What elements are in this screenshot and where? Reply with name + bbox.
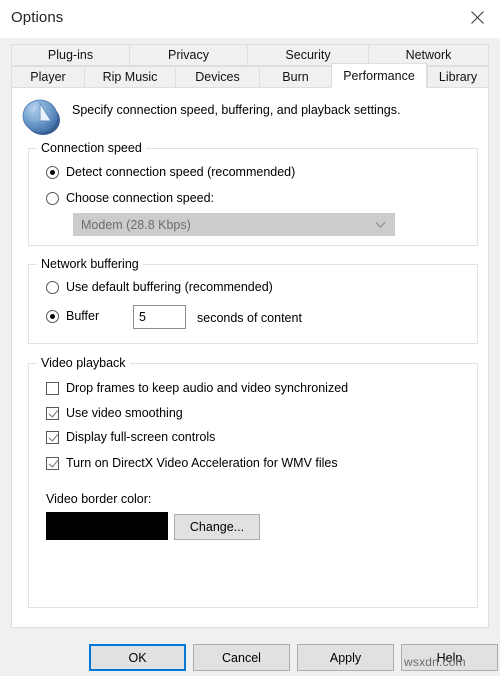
checkbox-label: Drop frames to keep audio and video sync… [66,381,349,395]
connection-speed-dropdown[interactable]: Modem (28.8 Kbps) [73,213,395,236]
checkbox-indicator [46,406,59,420]
radio-detect-connection-speed[interactable]: Detect connection speed (recommended) [46,165,295,179]
checkbox-indicator [46,381,59,395]
tab-burn[interactable]: Burn [259,66,331,88]
tab-row-bottom: Player Rip Music Devices Burn Performanc… [11,63,489,88]
tab-label: Rip Music [102,70,158,84]
ok-button[interactable]: OK [89,644,186,671]
buffer-seconds-value: 5 [139,310,146,324]
connection-speed-legend: Connection speed [37,141,146,155]
checkbox-label: Use video smoothing [66,406,183,420]
tab-label: Privacy [168,48,209,62]
buffer-seconds-suffix-label: seconds of content [197,311,302,325]
network-buffering-legend: Network buffering [37,257,143,271]
radio-buffer-seconds[interactable]: Buffer [46,309,99,323]
tab-label: Burn [282,70,309,84]
tab-player[interactable]: Player [11,66,84,88]
radio-indicator [46,280,59,294]
apply-button-label: Apply [329,650,362,665]
radio-label: Use default buffering (recommended) [66,280,273,294]
buffer-seconds-input[interactable]: 5 [133,305,186,329]
chevron-down-icon [375,221,386,228]
apply-button[interactable]: Apply [297,644,394,671]
help-button-label: Help [436,650,463,665]
radio-label: Choose connection speed: [66,191,215,205]
tab-devices[interactable]: Devices [175,66,259,88]
radio-label: Buffer [66,309,100,323]
tab-performance[interactable]: Performance [331,63,427,88]
tab-label: Plug-ins [47,48,94,62]
cancel-button[interactable]: Cancel [193,644,290,671]
panel-header: Specify connection speed, buffering, and… [15,91,485,143]
checkbox-label: Display full-screen controls [66,430,216,444]
tab-privacy[interactable]: Privacy [129,44,247,66]
checkbox-use-video-smoothing[interactable]: Use video smoothing [46,406,183,420]
checkbox-drop-frames[interactable]: Drop frames to keep audio and video sync… [46,381,348,395]
help-button[interactable]: Help [401,644,498,671]
video-playback-legend: Video playback [37,356,130,370]
checkbox-label: Turn on DirectX Video Acceleration for W… [66,456,338,470]
network-buffering-group: Network buffering Use default buffering … [28,257,478,344]
checkbox-indicator [46,456,59,470]
radio-indicator [46,191,59,205]
tab-library[interactable]: Library [427,66,489,88]
tab-label: Library [438,70,478,84]
tab-label: Devices [195,70,240,84]
tab-label: Network [405,48,452,62]
close-icon [471,10,484,24]
tab-rip-music[interactable]: Rip Music [84,66,175,88]
video-playback-group: Video playback Drop frames to keep audio… [28,356,478,608]
radio-use-default-buffering[interactable]: Use default buffering (recommended) [46,280,273,294]
change-color-button[interactable]: Change... [174,514,260,540]
close-button[interactable] [455,0,500,34]
video-border-color-label: Video border color: [46,492,152,506]
checkbox-indicator [46,430,59,444]
title-bar: Options [0,0,500,39]
cancel-button-label: Cancel [222,650,261,665]
checkbox-directx-video-acceleration[interactable]: Turn on DirectX Video Acceleration for W… [46,456,338,470]
radio-indicator [46,165,59,179]
tab-strip: Plug-ins Privacy Security Network Player… [11,44,489,88]
window-title: Options [11,9,64,26]
radio-choose-connection-speed[interactable]: Choose connection speed: [46,191,214,205]
tab-label: Player [30,70,66,84]
tab-label: Performance [343,68,415,83]
dialog-body: Plug-ins Privacy Security Network Player… [0,38,500,676]
panel-description: Specify connection speed, buffering, and… [72,103,401,117]
video-border-color-swatch[interactable] [46,512,168,540]
ok-button-label: OK [128,650,147,665]
change-color-button-label: Change... [189,520,245,534]
tab-panel-performance: Specify connection speed, buffering, and… [11,88,489,628]
connection-speed-dropdown-value: Modem (28.8 Kbps) [81,217,191,232]
tab-label: Security [285,48,331,62]
tab-plug-ins[interactable]: Plug-ins [11,44,129,66]
checkbox-display-fullscreen-controls[interactable]: Display full-screen controls [46,430,215,444]
radio-indicator [46,309,59,323]
windows-media-player-icon [22,99,60,135]
dialog-button-bar: OK Cancel Apply Help [0,638,500,676]
connection-speed-group: Connection speed Detect connection speed… [28,141,478,246]
radio-label: Detect connection speed (recommended) [66,165,296,179]
